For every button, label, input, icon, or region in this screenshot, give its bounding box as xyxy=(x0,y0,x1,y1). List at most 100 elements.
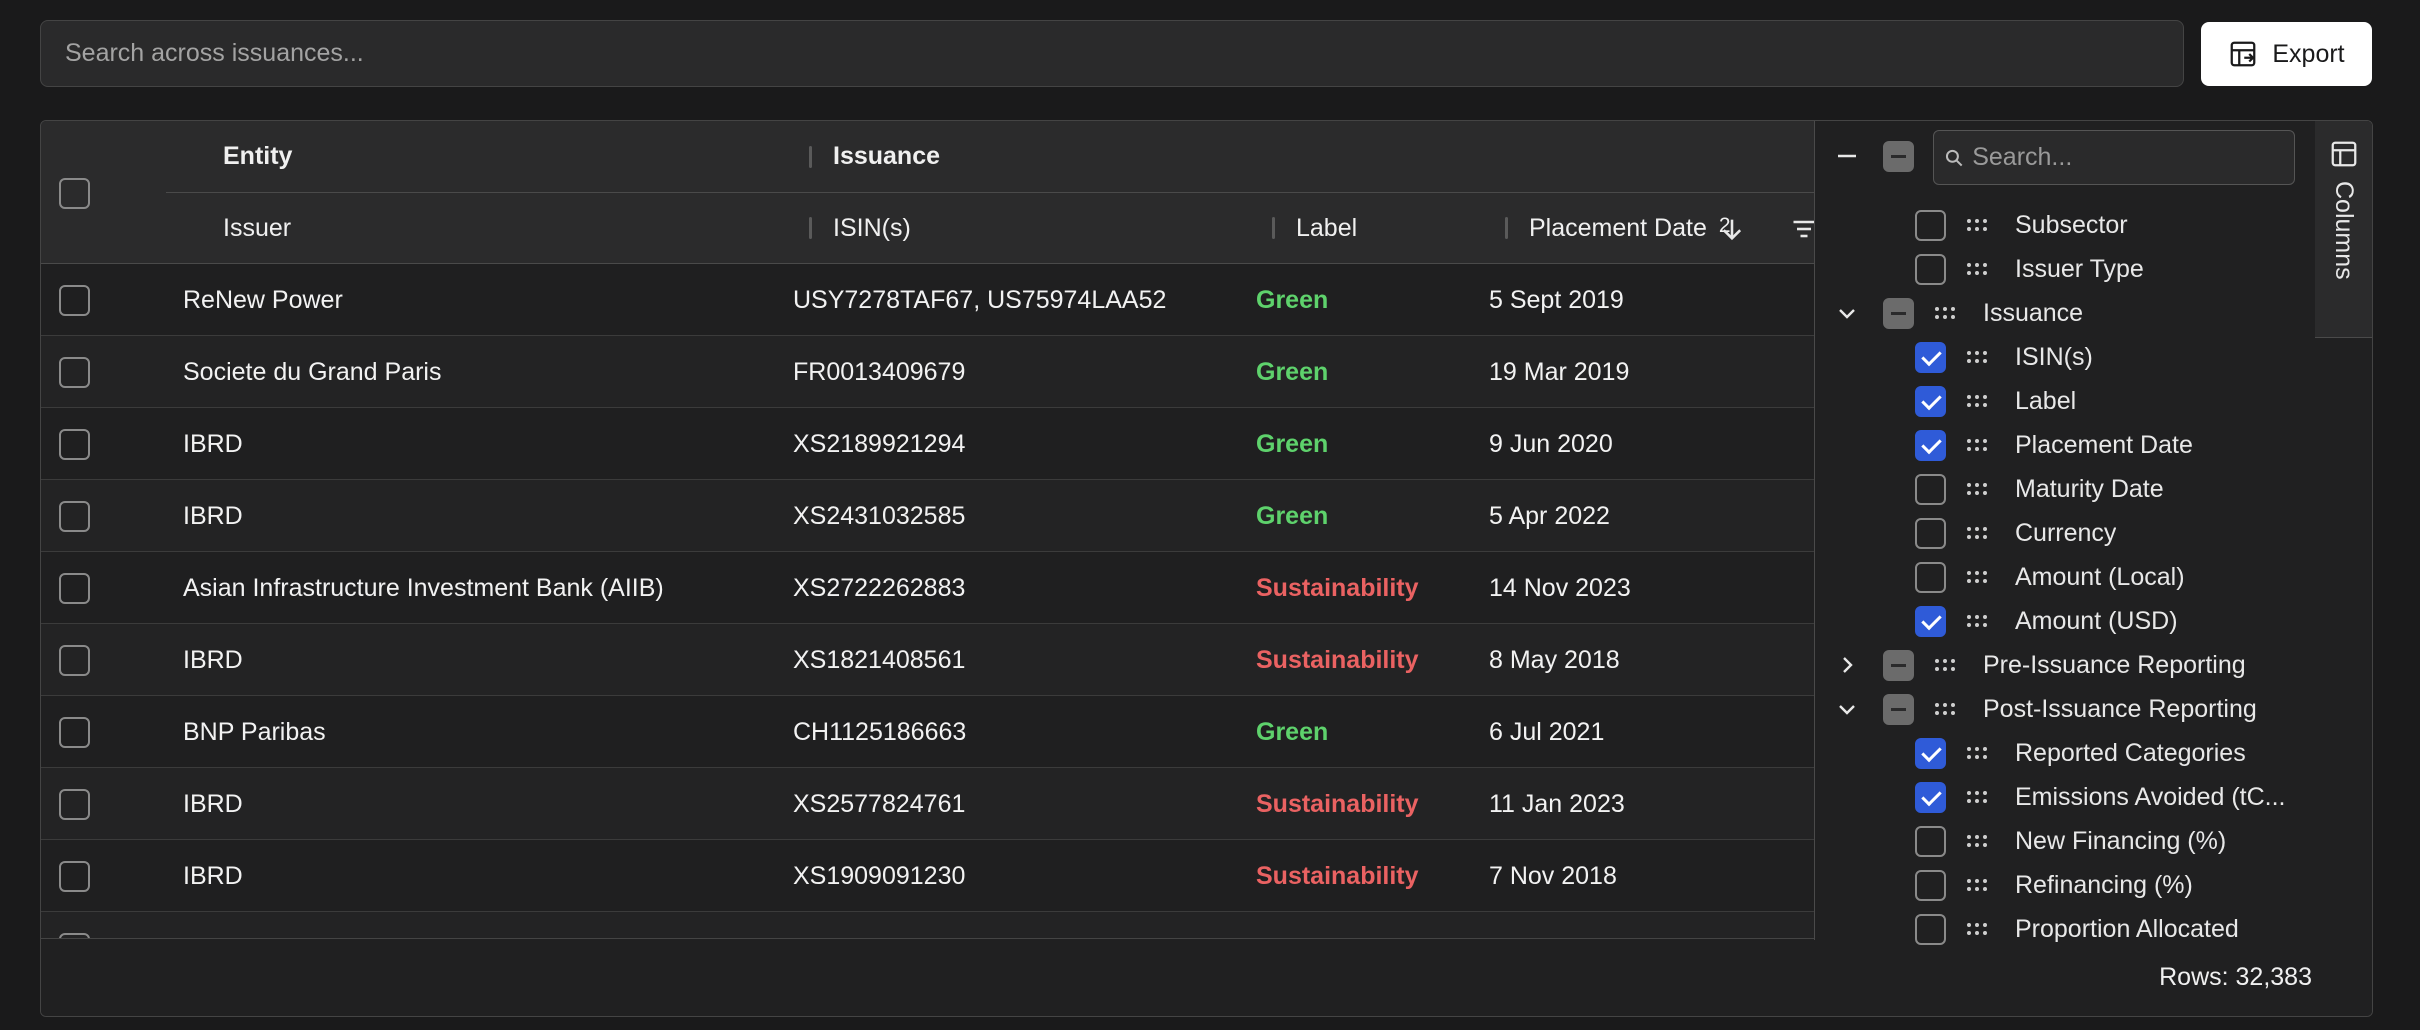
cell-label: Green xyxy=(1256,429,1329,458)
column-visibility-checkbox[interactable] xyxy=(1915,737,1946,769)
row-count: Rows: 32,383 xyxy=(2159,963,2312,991)
toggle-all-columns-checkbox[interactable] xyxy=(1883,141,1914,172)
column-visibility-checkbox[interactable] xyxy=(1915,825,1946,857)
column-item[interactable]: Label xyxy=(1815,379,2316,423)
drag-handle-icon[interactable] xyxy=(1933,699,1957,719)
columns-search-input[interactable] xyxy=(1972,143,2294,172)
column-resize-handle[interactable] xyxy=(809,146,812,168)
side-bar: Columns xyxy=(2315,121,2372,940)
column-item[interactable]: Refinancing (%) xyxy=(1815,863,2316,907)
row-checkbox[interactable] xyxy=(59,768,90,840)
drag-handle-icon[interactable] xyxy=(1965,215,1989,235)
column-item[interactable]: Issuer Type xyxy=(1815,247,2316,291)
column-item[interactable]: New Financing (%) xyxy=(1815,819,2316,863)
row-checkbox[interactable] xyxy=(59,480,90,552)
column-item[interactable]: Reported Categories xyxy=(1815,731,2316,775)
cell-placement-date: 5 Sept 2019 xyxy=(1489,285,1624,314)
drag-handle-icon[interactable] xyxy=(1965,831,1989,851)
row-checkbox[interactable] xyxy=(59,264,90,336)
drag-handle-icon[interactable] xyxy=(1965,567,1989,587)
column-group-item[interactable]: Pre-Issuance Reporting xyxy=(1815,643,2316,687)
column-item-label: Issuance xyxy=(1983,298,2084,327)
column-item[interactable]: Amount (USD) xyxy=(1815,599,2316,643)
chevron-down-icon[interactable] xyxy=(1835,697,1859,721)
column-visibility-checkbox[interactable] xyxy=(1915,341,1946,373)
row-checkbox[interactable] xyxy=(59,408,90,480)
cell-issuer: IBRD xyxy=(183,861,243,890)
column-group-item[interactable]: Post-Issuance Reporting xyxy=(1815,687,2316,731)
column-item[interactable]: Placement Date xyxy=(1815,423,2316,467)
cell-isin: XS2255877380 xyxy=(793,912,965,941)
drag-handle-icon[interactable] xyxy=(1965,523,1989,543)
drag-handle-icon[interactable] xyxy=(1933,303,1957,323)
row-checkbox[interactable] xyxy=(59,912,90,940)
drag-handle-icon[interactable] xyxy=(1965,347,1989,367)
col-header-issuer[interactable]: Issuer xyxy=(223,193,291,264)
column-visibility-checkbox[interactable] xyxy=(1883,649,1914,681)
drag-handle-icon[interactable] xyxy=(1965,875,1989,895)
export-button[interactable]: Export xyxy=(2201,22,2372,86)
row-checkbox[interactable] xyxy=(59,624,90,696)
drag-handle-icon[interactable] xyxy=(1965,259,1989,279)
column-resize-handle[interactable] xyxy=(809,217,812,239)
cell-isin: CH1125186663 xyxy=(793,717,967,746)
column-item[interactable]: Maturity Date xyxy=(1815,467,2316,511)
col-header-placement-date[interactable]: Placement Date 2 xyxy=(1529,193,1731,264)
collapse-all-icon[interactable] xyxy=(1835,144,1859,168)
row-checkbox[interactable] xyxy=(59,552,90,624)
cell-issuer: IBRD xyxy=(183,645,243,674)
column-visibility-checkbox[interactable] xyxy=(1915,605,1946,637)
global-search[interactable] xyxy=(40,20,2184,87)
sort-descending-icon[interactable] xyxy=(1718,215,1746,243)
columns-side-tab[interactable]: Columns xyxy=(2315,121,2372,338)
drag-handle-icon[interactable] xyxy=(1965,743,1989,763)
cell-label: Sustainability xyxy=(1256,573,1419,602)
col-header-isin[interactable]: ISIN(s) xyxy=(833,193,911,264)
drag-handle-icon[interactable] xyxy=(1965,435,1989,455)
column-visibility-checkbox[interactable] xyxy=(1915,385,1946,417)
columns-icon xyxy=(2331,141,2356,167)
column-visibility-checkbox[interactable] xyxy=(1883,693,1914,725)
cell-issuer: IBRD xyxy=(183,429,243,458)
column-visibility-checkbox[interactable] xyxy=(1915,253,1946,285)
drag-handle-icon[interactable] xyxy=(1965,611,1989,631)
column-visibility-checkbox[interactable] xyxy=(1915,869,1946,901)
chevron-down-icon[interactable] xyxy=(1835,301,1859,325)
drag-handle-icon[interactable] xyxy=(1965,391,1989,411)
column-item[interactable]: Emissions Avoided (tC... xyxy=(1815,775,2316,819)
column-resize-handle[interactable] xyxy=(1272,217,1275,239)
column-item[interactable]: ISIN(s) xyxy=(1815,335,2316,379)
cell-issuer: First Abu Dhabi Bank xyxy=(183,912,418,941)
columns-search[interactable] xyxy=(1933,130,2295,185)
column-visibility-checkbox[interactable] xyxy=(1915,473,1946,505)
cell-isin: XS1821408561 xyxy=(793,645,966,674)
drag-handle-icon[interactable] xyxy=(1965,919,1989,939)
cell-placement-date: 19 Mar 2019 xyxy=(1489,357,1630,386)
col-header-label[interactable]: Label xyxy=(1296,193,1357,264)
column-item[interactable]: Currency xyxy=(1815,511,2316,555)
column-visibility-checkbox[interactable] xyxy=(1915,429,1946,461)
column-visibility-checkbox[interactable] xyxy=(1915,781,1946,813)
column-item[interactable]: Subsector xyxy=(1815,203,2316,247)
column-visibility-checkbox[interactable] xyxy=(1883,297,1914,329)
drag-handle-icon[interactable] xyxy=(1933,655,1957,675)
column-group-item[interactable]: Issuance xyxy=(1815,291,2316,335)
search-input[interactable] xyxy=(65,39,2183,68)
cell-isin: XS2431032585 xyxy=(793,501,966,530)
column-resize-handle[interactable] xyxy=(1505,217,1508,239)
cell-label: Green xyxy=(1256,717,1329,746)
drag-handle-icon[interactable] xyxy=(1965,479,1989,499)
column-item-label: Emissions Avoided (tC... xyxy=(2015,782,2286,811)
row-checkbox[interactable] xyxy=(59,336,90,408)
drag-handle-icon[interactable] xyxy=(1965,787,1989,807)
row-checkbox[interactable] xyxy=(59,696,90,768)
column-visibility-checkbox[interactable] xyxy=(1915,517,1946,549)
column-item[interactable]: Proportion Allocated xyxy=(1815,907,2316,951)
chevron-right-icon[interactable] xyxy=(1835,653,1859,677)
column-item[interactable]: Amount (Local) xyxy=(1815,555,2316,599)
column-visibility-checkbox[interactable] xyxy=(1915,561,1946,593)
cell-placement-date: 11 Jan 2023 xyxy=(1489,789,1625,818)
row-checkbox[interactable] xyxy=(59,840,90,912)
column-visibility-checkbox[interactable] xyxy=(1915,913,1946,945)
column-visibility-checkbox[interactable] xyxy=(1915,209,1946,241)
